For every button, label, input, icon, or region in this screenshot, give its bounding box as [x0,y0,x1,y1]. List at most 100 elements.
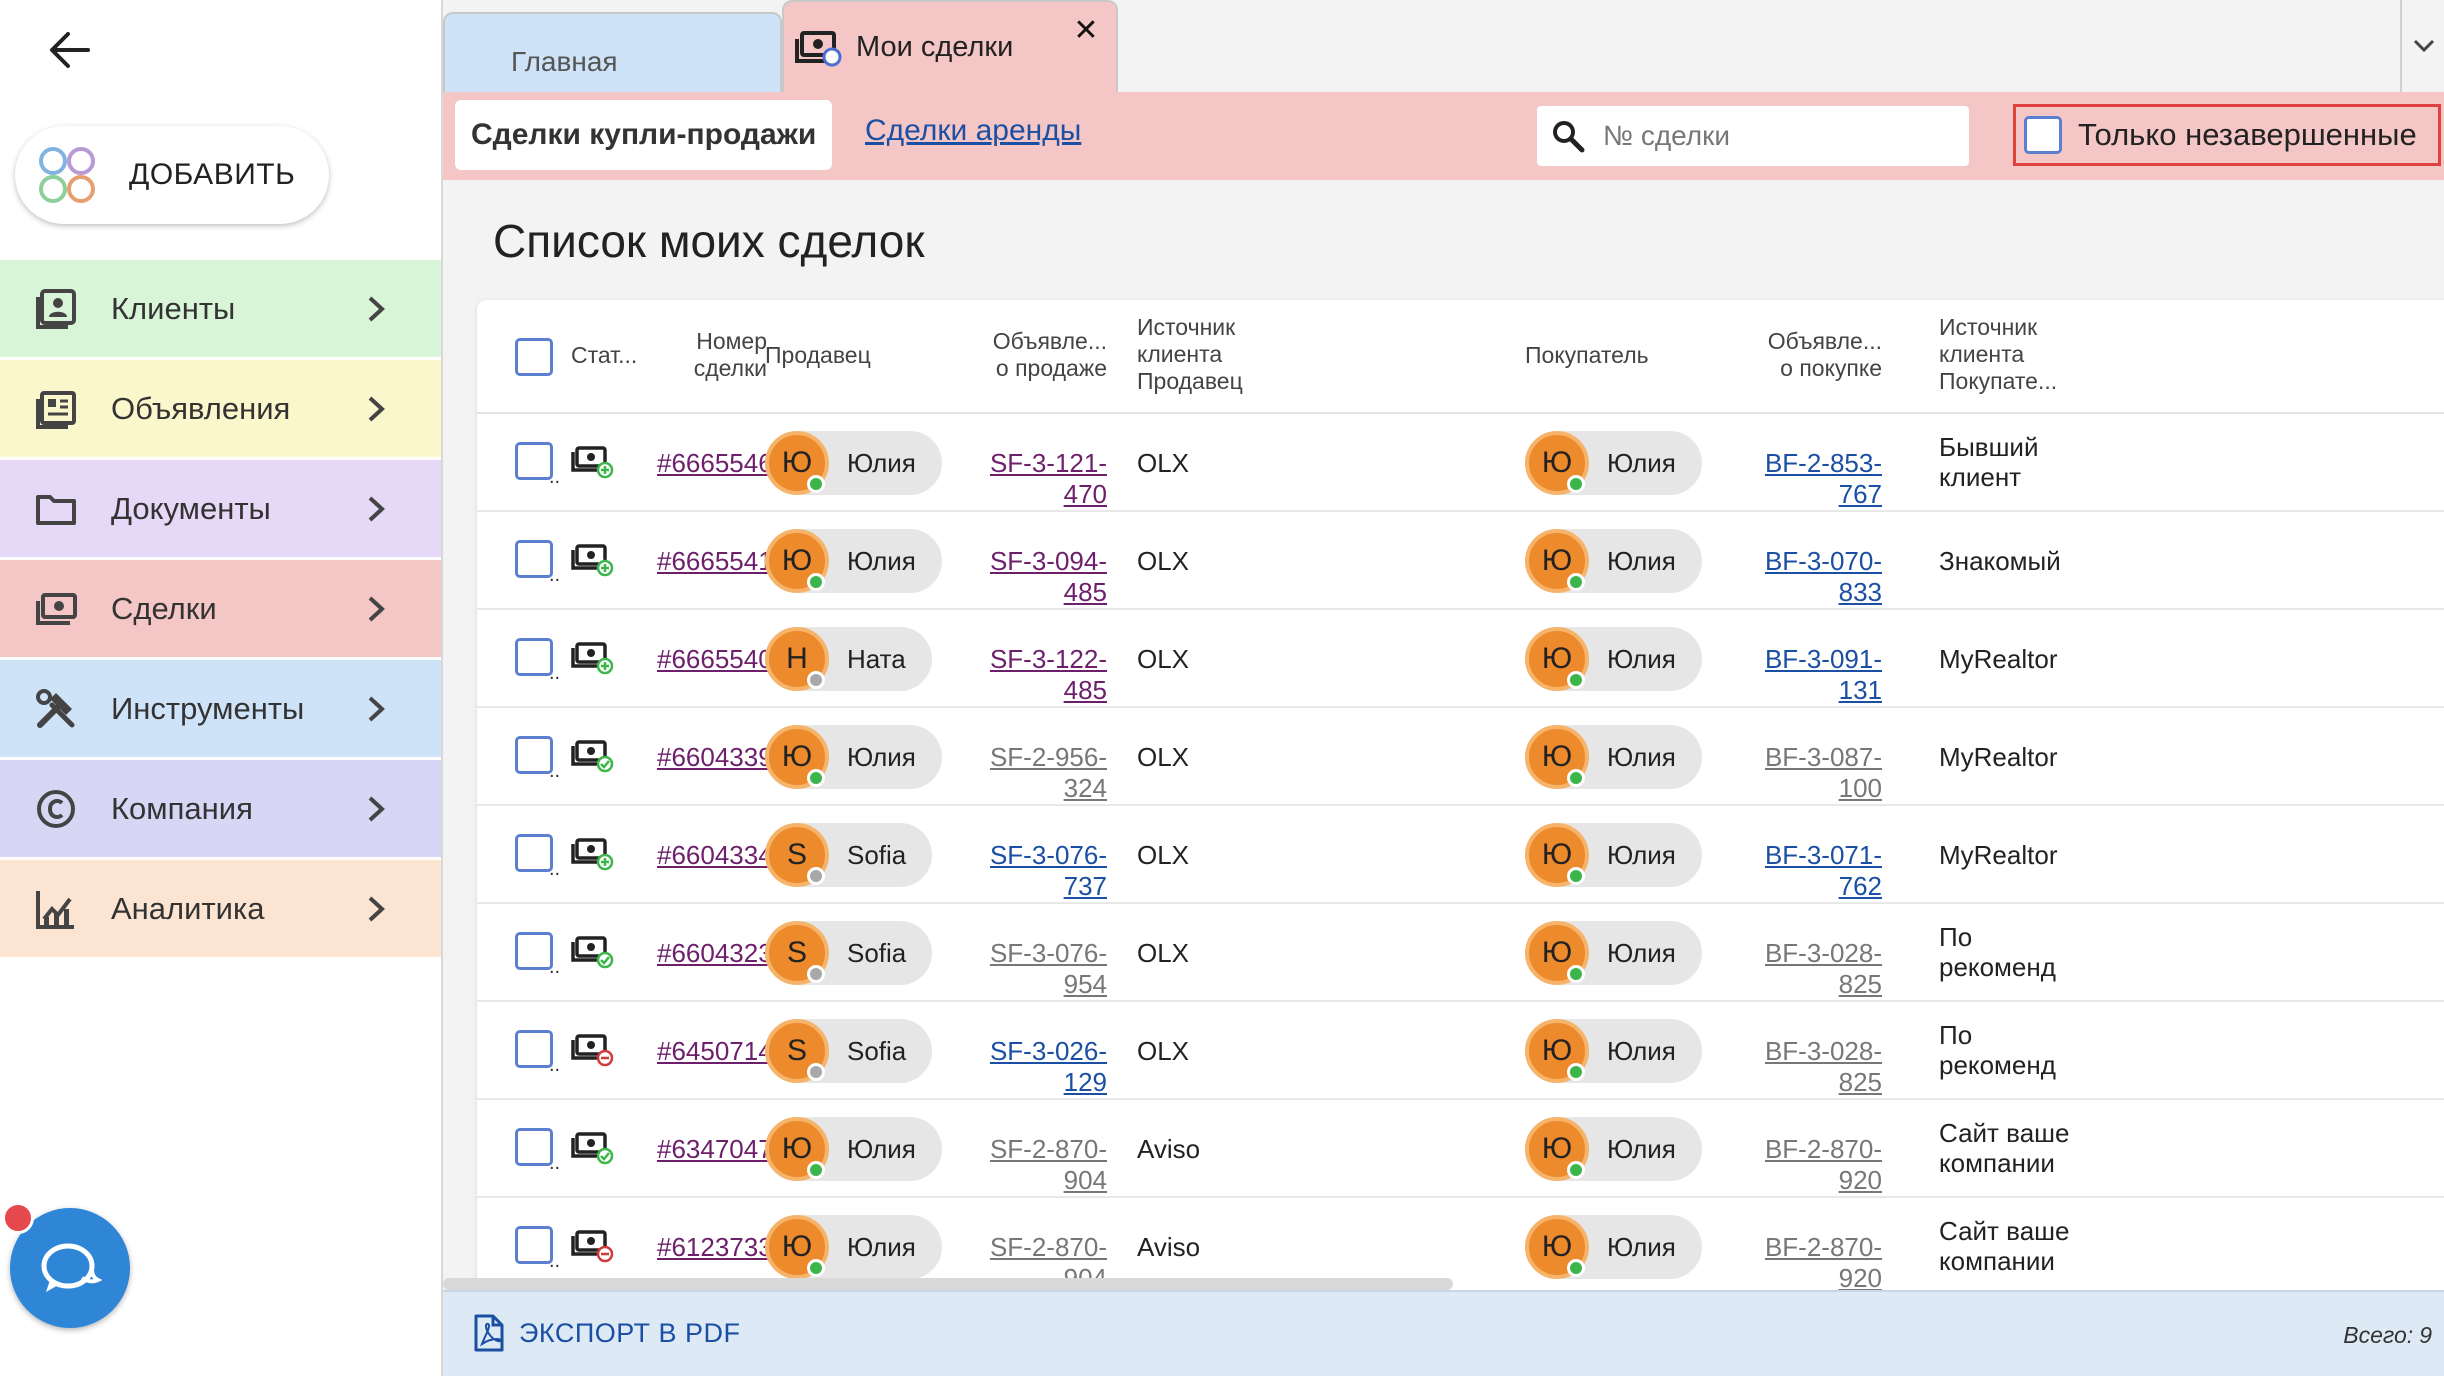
sale-ad-link[interactable]: SF-3-026-129 [957,1036,1107,1098]
back-button[interactable] [40,20,100,80]
buyer-chip[interactable]: Ю Юлия [1525,1019,1702,1083]
row-checkbox[interactable] [515,442,553,480]
table-row[interactable]: .. #6665541 Ю Юлия SF-3-094-485 OLX Ю Юлия BF-3-… [477,512,2444,610]
header-buyer-source-line: Источник [1939,314,2038,340]
row-checkbox[interactable] [515,1226,553,1264]
buyer-chip[interactable]: Ю Юлия [1525,431,1702,495]
table-row[interactable]: .. #6604339 Ю Юлия SF-2-956-324 OLX Ю Юлия BF-3-… [477,708,2444,806]
chat-icon [41,1243,102,1292]
row-checkbox[interactable] [515,638,553,676]
seller-chip[interactable]: Н Ната [765,627,932,691]
deal-number-link[interactable]: #6604334 [657,840,773,871]
sale-ad-link[interactable]: SF-2-870-904 [957,1134,1107,1196]
avatar: Ю [765,725,829,789]
sale-ad-link[interactable]: SF-2-956-324 [957,742,1107,804]
avatar-initial: Ю [1541,642,1573,675]
header-sale-ad[interactable]: Объявле... о продаже [977,328,1107,382]
header-seller[interactable]: Продавец [765,342,871,369]
table-row[interactable]: .. #6665546 Ю Юлия SF-3-121-470 OLX Ю Юлия BF-2-… [477,414,2444,512]
sidebar-item-analytics[interactable]: Аналитика [0,860,441,957]
close-icon[interactable]: ✕ [1070,14,1102,47]
row-checkbox[interactable] [515,932,553,970]
buyer-chip[interactable]: Ю Юлия [1525,529,1702,593]
buyer-chip[interactable]: Ю Юлия [1525,921,1702,985]
buy-ad-link[interactable]: BF-3-070-833 [1732,546,1882,608]
buy-ad-link[interactable]: BF-2-870-920 [1732,1232,1882,1290]
seller-chip[interactable]: S Sofia [765,823,933,887]
deal-number-link[interactable]: #6123733 [657,1232,773,1263]
sale-ad-link[interactable]: SF-3-076-954 [957,938,1107,1000]
table-row[interactable]: .. #6450714 S Sofia SF-3-026-129 OLX Ю Юлия BF-3… [477,1002,2444,1100]
buy-ad-link[interactable]: BF-3-071-762 [1732,840,1882,902]
buy-ad-link[interactable]: BF-3-028-825 [1732,1036,1882,1098]
subtab-sales-deals[interactable]: Сделки купли-продажи [455,100,833,170]
tab-home[interactable]: Главная [443,12,782,92]
sidebar-item-ads[interactable]: Объявления [0,360,441,457]
deal-number-input[interactable] [1603,120,1963,152]
only-unfinished-filter[interactable]: Только незавершенные [2013,104,2441,166]
select-all-checkbox[interactable] [515,338,553,376]
row-checkbox[interactable] [515,834,553,872]
sidebar-item-deals[interactable]: Сделки [0,560,441,657]
tab-my-deals[interactable]: Мои сделки ✕ [782,0,1118,92]
table-row[interactable]: .. #6604323 S Sofia SF-3-076-954 OLX Ю Юлия BF-3… [477,904,2444,1002]
deal-number-link[interactable]: #6665541 [657,546,773,577]
buy-ad-link[interactable]: BF-2-853-767 [1732,448,1882,510]
sale-ad-link[interactable]: SF-3-094-485 [957,546,1107,608]
buyer-chip[interactable]: Ю Юлия [1525,1117,1702,1181]
deal-number-link[interactable]: #6665540 [657,644,773,675]
table-row[interactable]: .. #6665540 Н Ната SF-3-122-485 OLX Ю Юлия BF-3-… [477,610,2444,708]
seller-name: Юлия [847,1133,916,1164]
seller-chip[interactable]: Ю Юлия [765,1117,942,1181]
sale-ad-link[interactable]: SF-3-122-485 [957,644,1107,706]
deal-number-link[interactable]: #6347047 [657,1134,773,1165]
header-buyer[interactable]: Покупатель [1525,342,1649,369]
subtab-rent-deals[interactable]: Сделки аренды [865,114,1081,148]
sale-ad-link[interactable]: SF-3-076-737 [957,840,1107,902]
row-checkbox[interactable] [515,1030,553,1068]
deal-number-link[interactable]: #6665546 [657,448,773,479]
row-checkbox[interactable] [515,540,553,578]
table-row[interactable]: .. #6604334 S Sofia SF-3-076-737 OLX Ю Юлия BF-3… [477,806,2444,904]
header-number[interactable]: Номер сделки [667,328,767,382]
row-checkbox[interactable] [515,736,553,774]
sidebar-item-documents[interactable]: Документы [0,460,441,557]
deal-number-link[interactable]: #6450714 [657,1036,773,1067]
buyer-chip[interactable]: Ю Юлия [1525,627,1702,691]
sale-ad-link[interactable]: SF-3-121-470 [957,448,1107,510]
avatar: Ю [1525,1117,1589,1181]
export-pdf-button[interactable]: ЭКСПОРТ В PDF [473,1314,741,1352]
buyer-chip[interactable]: Ю Юлия [1525,725,1702,789]
seller-chip[interactable]: Ю Юлия [765,431,942,495]
header-buy-ad[interactable]: Объявле... о покупке [1752,328,1882,382]
presence-dot [1567,1161,1585,1179]
deals-table: Стат... Номер сделки Продавец Объявле...… [477,300,2444,1290]
table-row[interactable]: .. #6347047 Ю Юлия SF-2-870-904 Aviso Ю Юлия BF-… [477,1100,2444,1198]
seller-chip[interactable]: S Sofia [765,1019,933,1083]
row-checkbox[interactable] [515,1128,553,1166]
tabs-dropdown-button[interactable] [2400,0,2444,92]
buy-ad-link[interactable]: BF-3-091-131 [1732,644,1882,706]
add-button[interactable]: ДОБАВИТЬ [15,126,329,224]
table-row[interactable]: .. #6123733 Ю Юлия SF-2-870-904 Aviso Ю Юлия BF-… [477,1198,2444,1290]
sidebar-item-clients[interactable]: Клиенты [0,260,441,357]
horizontal-scrollbar[interactable] [443,1278,1453,1290]
sidebar-item-company[interactable]: Компания [0,760,441,857]
deal-number-link[interactable]: #6604339 [657,742,773,773]
buy-ad-link[interactable]: BF-2-870-920 [1732,1134,1882,1196]
header-seller-source[interactable]: Источник клиента Продавец [1137,314,1243,395]
seller-chip[interactable]: Ю Юлия [765,725,942,789]
buyer-chip[interactable]: Ю Юлия [1525,1215,1702,1279]
deal-number-link[interactable]: #6604323 [657,938,773,969]
header-buyer-source[interactable]: Источник клиента Покупате... [1939,314,2057,395]
buyer-chip[interactable]: Ю Юлия [1525,823,1702,887]
seller-chip[interactable]: S Sofia [765,921,933,985]
buy-ad-link[interactable]: BF-3-028-825 [1732,938,1882,1000]
sidebar-item-tools[interactable]: Инструменты [0,660,441,757]
seller-chip[interactable]: Ю Юлия [765,1215,942,1279]
only-unfinished-checkbox[interactable] [2024,116,2062,154]
header-status[interactable]: Стат... [571,342,637,369]
buyer-name: Юлия [1607,643,1676,674]
buy-ad-link[interactable]: BF-3-087-100 [1732,742,1882,804]
seller-chip[interactable]: Ю Юлия [765,529,942,593]
